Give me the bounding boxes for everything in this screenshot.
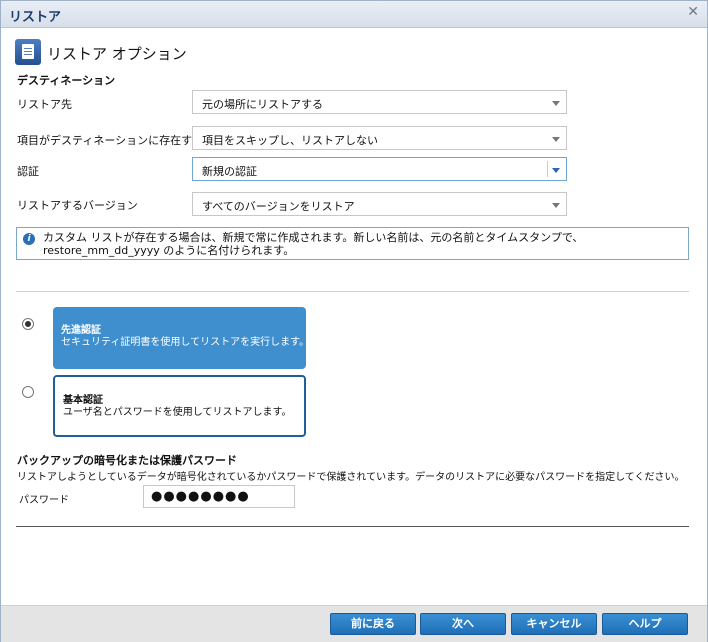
- password-value: ●●●●●●●●: [151, 489, 250, 504]
- password-section-title: バックアップの暗号化または保護パスワード: [17, 454, 237, 467]
- conflict-value: 項目をスキップし、リストアしない: [202, 134, 378, 147]
- conflict-select[interactable]: 項目をスキップし、リストアしない: [192, 126, 567, 150]
- destination-section-label: デスティネーション: [17, 74, 116, 87]
- window-title: リストア: [9, 10, 62, 25]
- restore-location-label: リストア先: [17, 98, 72, 111]
- page-title: リストア オプション: [47, 45, 187, 63]
- modern-auth-radio[interactable]: [22, 318, 34, 330]
- restore-dialog: リストア ✕ リストア オプション デスティネーション リストア先 元の場所にリ…: [0, 0, 708, 642]
- next-button[interactable]: 次へ: [420, 613, 506, 635]
- info-box: i カスタム リストが存在する場合は、新規で常に作成されます。新しい名前は、元の…: [16, 227, 689, 260]
- version-value: すべてのバージョンをリストア: [202, 200, 355, 213]
- restore-options-icon: [15, 39, 41, 65]
- password-input[interactable]: ●●●●●●●●: [143, 485, 295, 508]
- help-button[interactable]: ヘルプ: [602, 613, 688, 635]
- auth-select[interactable]: 新規の認証: [192, 157, 567, 181]
- info-icon: i: [23, 233, 35, 245]
- modern-auth-description: セキュリティ証明書を使用してリストアを実行します。: [61, 337, 310, 348]
- version-label: リストアするバージョン: [17, 199, 138, 212]
- restore-location-select[interactable]: 元の場所にリストアする: [192, 90, 567, 114]
- cancel-button[interactable]: キャンセル: [511, 613, 597, 635]
- auth-value: 新規の認証: [202, 165, 257, 178]
- basic-auth-radio[interactable]: [22, 386, 34, 398]
- version-select[interactable]: すべてのバージョンをリストア: [192, 192, 567, 216]
- password-description: リストアしようとしているデータが暗号化されているかパスワードで保護されています。…: [17, 472, 685, 483]
- auth-label: 認証: [17, 165, 39, 178]
- info-text: カスタム リストが存在する場合は、新規で常に作成されます。新しい名前は、元の名前…: [43, 231, 584, 257]
- footer-bar: 前に戻る 次へ キャンセル ヘルプ: [1, 605, 707, 642]
- restore-location-value: 元の場所にリストアする: [202, 98, 323, 111]
- chevron-down-icon: [552, 101, 560, 106]
- modern-auth-card[interactable]: 先進認証 セキュリティ証明書を使用してリストアを実行します。: [53, 307, 310, 369]
- back-button[interactable]: 前に戻る: [330, 613, 416, 635]
- divider: [16, 526, 689, 527]
- divider: [16, 291, 689, 292]
- chevron-down-icon: [552, 203, 560, 208]
- title-bar: リストア ✕: [1, 1, 707, 28]
- chevron-down-icon: [552, 168, 560, 173]
- close-icon[interactable]: ✕: [687, 4, 699, 20]
- basic-auth-card[interactable]: 基本認証 ユーザ名とパスワードを使用してリストアします。: [53, 375, 306, 437]
- basic-auth-description: ユーザ名とパスワードを使用してリストアします。: [63, 407, 292, 418]
- password-label: パスワード: [19, 495, 69, 506]
- chevron-down-icon: [552, 137, 560, 142]
